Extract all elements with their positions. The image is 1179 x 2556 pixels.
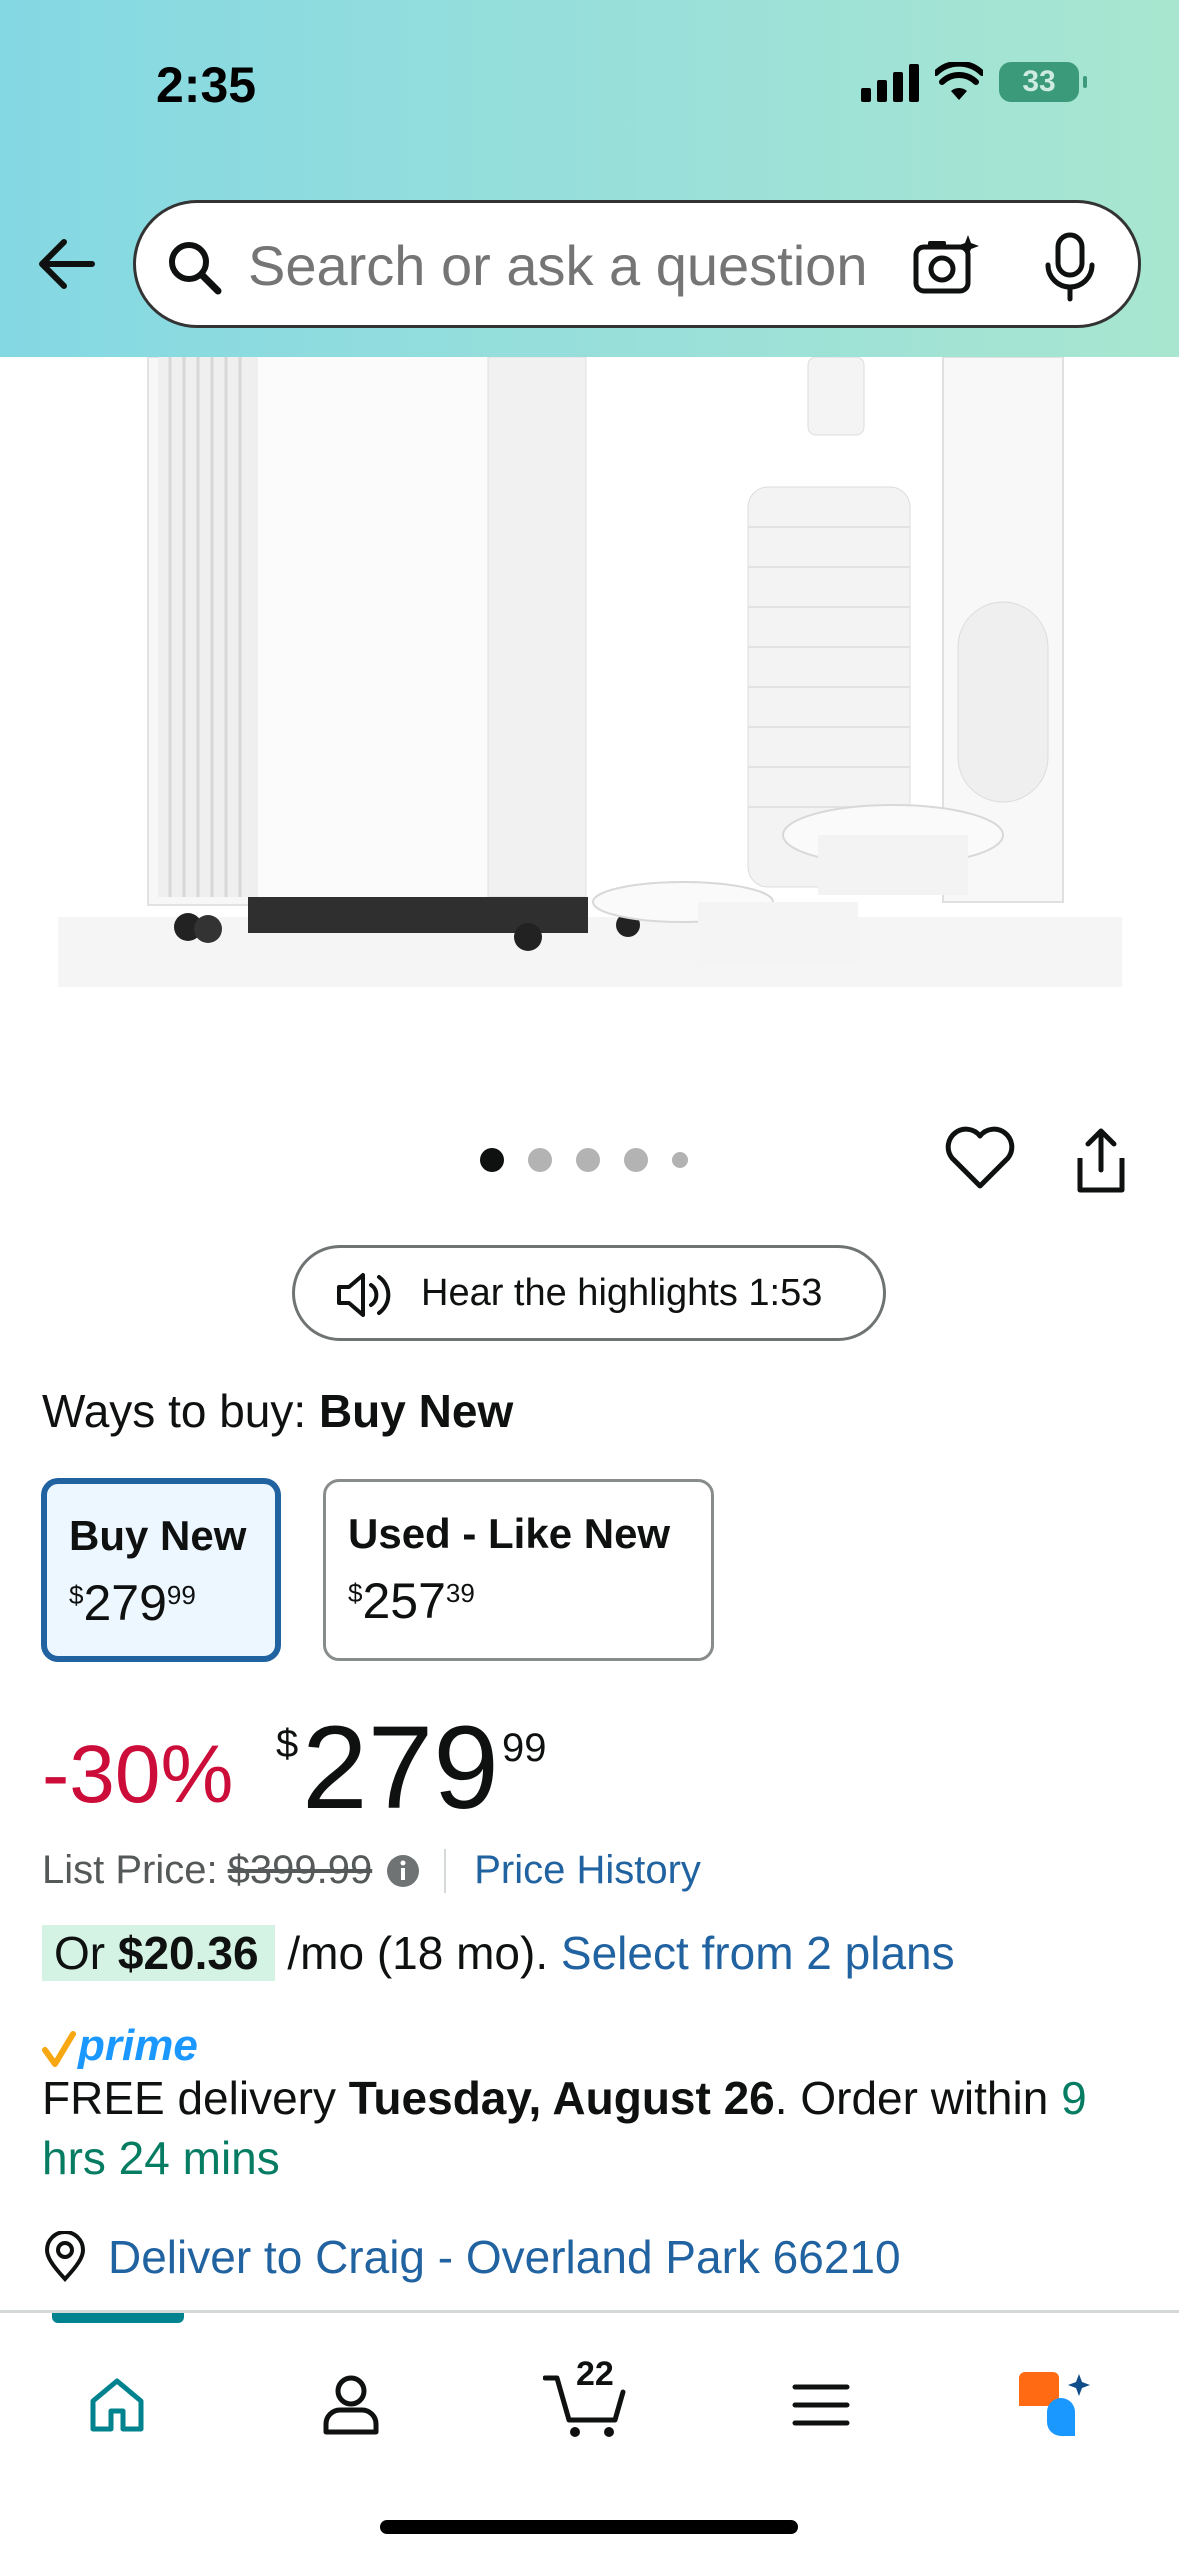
ways-to-buy-heading: Ways to buy: Buy New (42, 1384, 513, 1438)
buy-new-option[interactable]: Buy New $27999 (42, 1479, 280, 1661)
heart-icon[interactable] (944, 1126, 1016, 1192)
cart-count-badge: 22 (576, 2355, 614, 2393)
price-history-link[interactable]: Price History (474, 1848, 701, 1893)
price-currency: $ (276, 1722, 299, 1766)
select-plans-link[interactable]: Select from 2 plans (561, 1927, 955, 1979)
nav-rufus-assistant[interactable] (1000, 2355, 1110, 2455)
microphone-icon[interactable] (1040, 231, 1100, 303)
price-fraction: 99 (502, 1726, 547, 1770)
option-price: $27999 (69, 1575, 196, 1631)
option-title: Buy New (69, 1512, 247, 1559)
share-icon[interactable] (1070, 1126, 1132, 1196)
top-header: 2:35 33 (0, 0, 1179, 357)
hear-highlights-label: Hear the highlights 1:53 (421, 1272, 823, 1314)
option-title: Used - Like New (348, 1510, 671, 1557)
search-bar[interactable] (133, 200, 1141, 328)
ways-to-buy-selected: Buy New (318, 1385, 514, 1437)
home-indicator (380, 2520, 798, 2534)
nav-account[interactable] (296, 2355, 406, 2455)
info-icon[interactable] (386, 1854, 420, 1888)
divider (444, 1848, 447, 1893)
status-icons: 33 (861, 62, 1087, 102)
camera-lens-icon[interactable] (912, 233, 980, 297)
monthly-amount: $20.36 (117, 1927, 259, 1979)
nav-menu[interactable] (766, 2355, 876, 2455)
battery-icon: 33 (999, 62, 1087, 102)
cellular-signal-icon (861, 62, 919, 102)
prime-label: prime (78, 2021, 198, 2070)
ai-assistant-icon (1019, 2372, 1090, 2436)
price-whole: 279 (302, 1702, 499, 1834)
monthly-term: /mo (18 mo). (287, 1927, 549, 1979)
product-image[interactable] (58, 357, 1122, 1027)
prime-logo: prime (42, 2014, 198, 2068)
back-arrow-icon[interactable] (34, 232, 98, 296)
carousel-dot[interactable] (624, 1148, 648, 1172)
ways-to-buy-prefix: Ways to buy: (42, 1385, 307, 1437)
hear-highlights-button[interactable]: Hear the highlights 1:53 (292, 1245, 886, 1341)
location-pin-icon (44, 2231, 86, 2282)
monthly-highlight: Or $20.36 (42, 1925, 275, 1981)
discount-percentage: -30% (42, 1729, 234, 1820)
nav-cart[interactable]: 22 (530, 2355, 640, 2455)
carousel-dot[interactable] (672, 1152, 688, 1168)
option-price: $25739 (348, 1573, 475, 1629)
person-icon (323, 2375, 379, 2435)
search-icon (169, 242, 222, 295)
deliver-to-label: Deliver to Craig - Overland Park 66210 (108, 2231, 901, 2283)
monthly-payment-row: Or $20.36 /mo (18 mo). Select from 2 pla… (42, 1925, 955, 1981)
carousel-dot[interactable] (480, 1148, 504, 1172)
deliver-to-location[interactable]: Deliver to Craig - Overland Park 66210 (42, 2230, 901, 2284)
list-price-label: List Price: (42, 1848, 218, 1892)
carousel-dot[interactable] (576, 1148, 600, 1172)
wifi-icon (935, 62, 983, 100)
prime-check-icon (42, 2031, 76, 2067)
delivery-date: Tuesday, August 26 (348, 2072, 775, 2124)
hamburger-menu-icon (792, 2384, 850, 2426)
home-icon (90, 2378, 144, 2432)
delivery-info: FREE delivery Tuesday, August 26. Order … (42, 2072, 1087, 2184)
active-tab-indicator (52, 2313, 184, 2323)
list-price-value: $399.99 (227, 1848, 373, 1892)
carousel-dot[interactable] (528, 1148, 552, 1172)
image-carousel-dots[interactable] (480, 1148, 688, 1172)
status-time: 2:35 (156, 57, 257, 113)
used-like-new-option[interactable]: Used - Like New $25739 (323, 1479, 714, 1661)
list-price-row: List Price: $399.99 Price History (42, 1848, 701, 1893)
nav-home[interactable] (62, 2355, 172, 2455)
speaker-icon (337, 1273, 391, 1317)
